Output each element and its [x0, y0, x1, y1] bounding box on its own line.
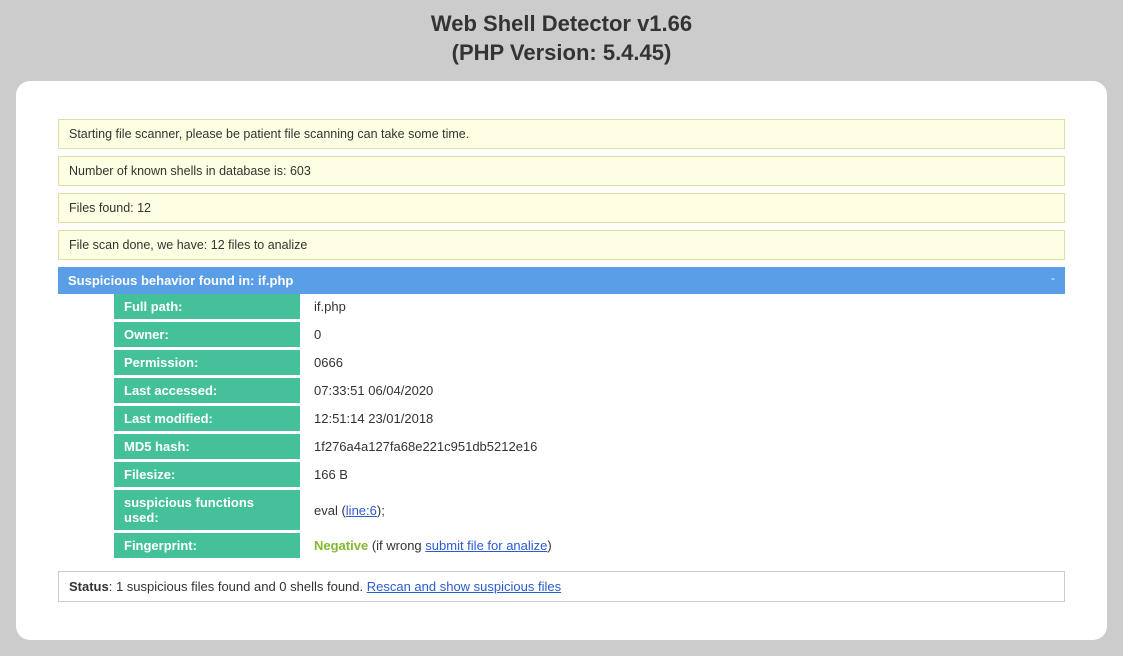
- page-title: Web Shell Detector v1.66 (PHP Version: 5…: [0, 0, 1123, 81]
- title-line-2: (PHP Version: 5.4.45): [0, 39, 1123, 68]
- line-link[interactable]: line:6: [346, 503, 377, 518]
- susp-func-prefix: eval (: [314, 503, 346, 518]
- status-label: Status: [69, 579, 109, 594]
- label-full-path: Full path:: [114, 294, 300, 321]
- value-suspicious-functions: eval (line:6);: [300, 489, 1065, 532]
- status-box: Status: 1 suspicious files found and 0 s…: [58, 571, 1065, 602]
- submit-file-link[interactable]: submit file for analize: [425, 538, 547, 553]
- rescan-link[interactable]: Rescan and show suspicious files: [367, 579, 561, 594]
- title-line-1: Web Shell Detector v1.66: [0, 10, 1123, 39]
- label-last-accessed: Last accessed:: [114, 377, 300, 405]
- value-full-path: if.php: [300, 294, 1065, 321]
- row-permission: Permission: 0666: [58, 349, 1065, 377]
- susp-func-suffix: );: [377, 503, 385, 518]
- message-known-shells: Number of known shells in database is: 6…: [58, 156, 1065, 186]
- value-filesize: 166 B: [300, 461, 1065, 489]
- row-owner: Owner: 0: [58, 321, 1065, 349]
- fingerprint-paren-close: ): [547, 538, 551, 553]
- row-md5-hash: MD5 hash: 1f276a4a127fa68e221c951db5212e…: [58, 433, 1065, 461]
- label-permission: Permission:: [114, 349, 300, 377]
- main-container: Starting file scanner, please be patient…: [16, 81, 1107, 640]
- message-files-found: Files found: 12: [58, 193, 1065, 223]
- message-scan-done: File scan done, we have: 12 files to ana…: [58, 230, 1065, 260]
- label-filesize: Filesize:: [114, 461, 300, 489]
- row-last-accessed: Last accessed: 07:33:51 06/04/2020: [58, 377, 1065, 405]
- label-owner: Owner:: [114, 321, 300, 349]
- value-last-modified: 12:51:14 23/01/2018: [300, 405, 1065, 433]
- label-fingerprint: Fingerprint:: [114, 532, 300, 560]
- fingerprint-negative: Negative: [314, 538, 368, 553]
- label-suspicious-functions: suspicious functions used:: [114, 489, 300, 532]
- suspicious-header[interactable]: Suspicious behavior found in: if.php -: [58, 267, 1065, 294]
- collapse-toggle-icon[interactable]: -: [1051, 271, 1055, 285]
- row-filesize: Filesize: 166 B: [58, 461, 1065, 489]
- fingerprint-paren-open: (if wrong: [368, 538, 425, 553]
- label-last-modified: Last modified:: [114, 405, 300, 433]
- suspicious-header-text: Suspicious behavior found in: if.php: [68, 273, 293, 288]
- value-md5-hash: 1f276a4a127fa68e221c951db5212e16: [300, 433, 1065, 461]
- value-owner: 0: [300, 321, 1065, 349]
- value-permission: 0666: [300, 349, 1065, 377]
- message-scanning: Starting file scanner, please be patient…: [58, 119, 1065, 149]
- status-text: : 1 suspicious files found and 0 shells …: [109, 579, 367, 594]
- row-full-path: Full path: if.php: [58, 294, 1065, 321]
- row-suspicious-functions: suspicious functions used: eval (line:6)…: [58, 489, 1065, 532]
- details-table: Full path: if.php Owner: 0 Permission: 0…: [58, 294, 1065, 561]
- value-fingerprint: Negative (if wrong submit file for anali…: [300, 532, 1065, 560]
- row-last-modified: Last modified: 12:51:14 23/01/2018: [58, 405, 1065, 433]
- label-md5-hash: MD5 hash:: [114, 433, 300, 461]
- row-fingerprint: Fingerprint: Negative (if wrong submit f…: [58, 532, 1065, 560]
- value-last-accessed: 07:33:51 06/04/2020: [300, 377, 1065, 405]
